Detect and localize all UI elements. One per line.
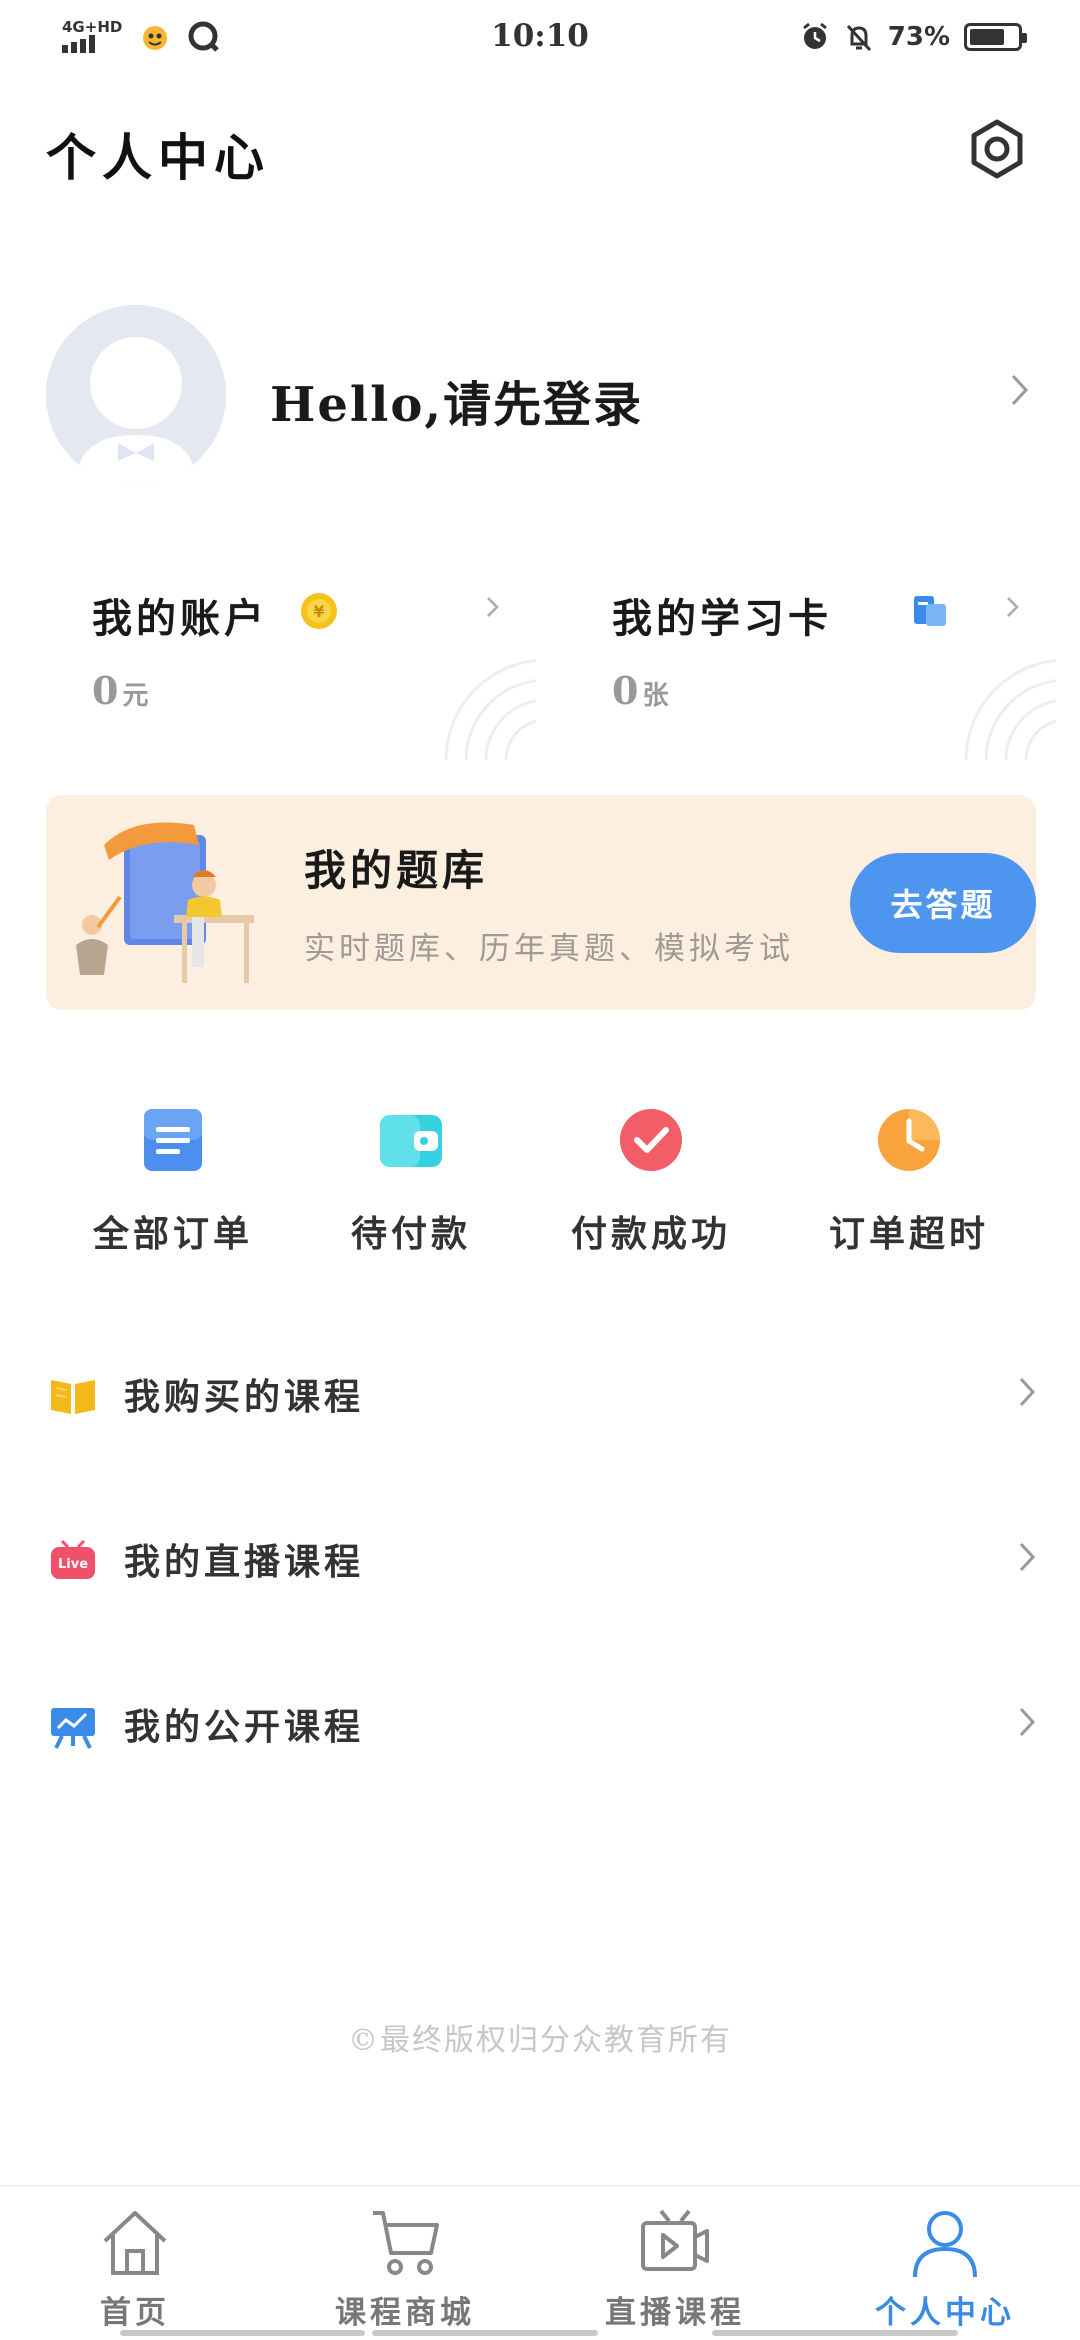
copyright-notice: ©最终版权归分众教育所有 [348, 2023, 732, 2058]
clock-icon [878, 1109, 940, 1171]
document-icon [144, 1109, 202, 1171]
open-course-icon [51, 1708, 95, 1749]
order-timeout-label: 订单超时 [828, 1213, 989, 1255]
alarm-icon [802, 22, 827, 49]
status-bar: 4G+HD 10:10 73% [0, 0, 1080, 80]
bottom-tab-bar: 首页 课程商城 直播课程 个人中心 [0, 2185, 1080, 2340]
order-timeout[interactable]: 订单超时 [794, 1105, 1024, 1265]
live-icon: Live [51, 1539, 95, 1579]
study-card[interactable]: 我的学习卡 0张 [566, 560, 1056, 760]
home-icon [103, 2211, 167, 2275]
account-balance-value: 0 [92, 668, 119, 713]
coin-icon: ¥ [301, 593, 337, 629]
chevron-right-icon [1011, 374, 1029, 406]
order-paid-label: 付款成功 [570, 1213, 731, 1255]
header: 个人中心 [0, 100, 1080, 200]
avatar[interactable] [46, 305, 226, 485]
tab-live-courses-label: 直播课程 [605, 2295, 745, 2331]
account-balance: 0元 [92, 668, 148, 713]
status-right: 73% [800, 22, 1027, 52]
menu-item-live-courses[interactable]: Live 我的直播课程 [0, 1505, 1080, 1615]
tab-live-courses[interactable]: 直播课程 [540, 2187, 810, 2340]
video-icon [641, 2209, 709, 2271]
svg-text:¥: ¥ [313, 602, 324, 621]
battery-percent: 73% [887, 22, 950, 52]
chevron-right-icon [1019, 1707, 1036, 1737]
account-balance-unit: 元 [122, 681, 149, 711]
account-cards: 我的账户 ¥ 0元 我的学习卡 0张 [46, 560, 1056, 760]
tab-home[interactable]: 首页 [0, 2187, 270, 2340]
book-icon [51, 1380, 95, 1414]
settings-button[interactable] [964, 116, 1030, 182]
chevron-right-icon [1007, 597, 1019, 617]
study-card-title: 我的学习卡 [612, 595, 832, 642]
student-reading-illustration [76, 822, 254, 983]
check-circle-icon [620, 1109, 682, 1171]
tab-course-mall[interactable]: 课程商城 [270, 2187, 540, 2340]
order-paid[interactable]: 付款成功 [536, 1105, 766, 1265]
user-icon [913, 2211, 977, 2278]
tab-indicator-bar [712, 2330, 958, 2336]
login-prompt[interactable]: Hello,请先登录 [270, 365, 643, 435]
live-icon-text: Live [58, 1557, 88, 1572]
chevron-right-icon [1019, 1377, 1036, 1407]
order-all[interactable]: 全部订单 [58, 1105, 288, 1265]
order-all-label: 全部订单 [92, 1213, 253, 1255]
settings-hexagon-icon [971, 119, 1023, 179]
default-avatar-icon [46, 305, 226, 485]
tab-course-mall-label: 课程商城 [335, 2295, 475, 2331]
wallet-icon [380, 1115, 442, 1167]
start-answering-button[interactable]: 去答题 [850, 853, 1036, 953]
battery-icon [964, 23, 1027, 51]
banner-title: 我的题库 [304, 846, 489, 895]
tab-indicator-bar [120, 2330, 365, 2336]
order-pending-label: 待付款 [350, 1213, 471, 1255]
order-pending-payment[interactable]: 待付款 [296, 1105, 526, 1265]
study-card-count-unit: 张 [642, 681, 669, 711]
cart-icon [373, 2211, 439, 2275]
account-card[interactable]: 我的账户 ¥ 0元 [46, 560, 536, 760]
chevron-right-icon [1019, 1542, 1036, 1572]
profile-login-row[interactable]: Hello,请先登录 [46, 305, 1036, 485]
battery-level [970, 29, 1004, 45]
order-shortcuts: 全部订单 待付款 付款成功 订单超时 [46, 1105, 1036, 1265]
tab-personal-center-label: 个人中心 [875, 2295, 1015, 2331]
menu-item-open-courses[interactable]: 我的公开课程 [0, 1670, 1080, 1780]
menu-item-purchased-courses[interactable]: 我购买的课程 [0, 1340, 1080, 1450]
banner-subtitle: 实时题库、历年真题、模拟考试 [304, 931, 794, 967]
tab-personal-center[interactable]: 个人中心 [810, 2187, 1080, 2340]
decorative-arcs [964, 659, 1056, 760]
decorative-arcs [444, 659, 536, 760]
menu-label: 我的公开课程 [124, 1706, 365, 1748]
mute-bell-icon [846, 24, 871, 52]
menu-label: 我购买的课程 [124, 1376, 365, 1418]
question-bank-banner[interactable]: 我的题库 实时题库、历年真题、模拟考试 去答题 [46, 795, 1036, 1010]
tab-home-label: 首页 [100, 2295, 170, 2331]
page-title: 个人中心 [46, 128, 270, 187]
study-card-icon [914, 596, 946, 626]
study-card-count-value: 0 [612, 668, 639, 713]
tab-indicator-bar [372, 2330, 598, 2336]
account-card-title: 我的账户 [92, 595, 268, 642]
study-card-count: 0张 [612, 668, 668, 713]
chevron-right-icon [487, 597, 499, 617]
menu-label: 我的直播课程 [124, 1541, 365, 1583]
